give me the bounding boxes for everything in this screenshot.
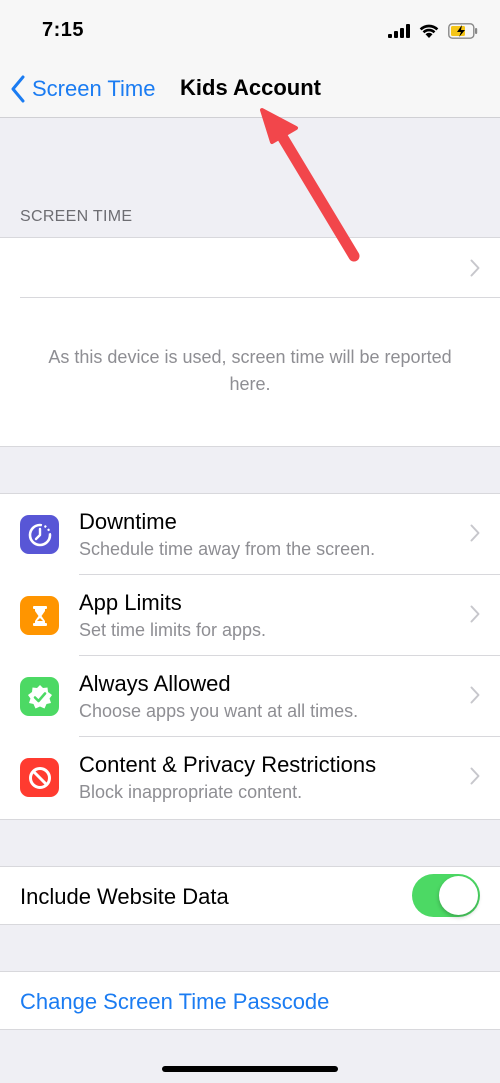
- screen-time-usage-row[interactable]: [0, 238, 500, 297]
- restriction-icon: [20, 758, 59, 797]
- downtime-subtitle: Schedule time away from the screen.: [79, 539, 376, 559]
- app-limits-subtitle: Set time limits for apps.: [79, 620, 267, 640]
- change-passcode-label: Change Screen Time Passcode: [20, 989, 330, 1014]
- chevron-right-icon: [470, 767, 480, 785]
- always-allowed-title: Always Allowed: [79, 671, 231, 696]
- screen-time-empty-message: As this device is used, screen time will…: [48, 347, 452, 394]
- website-data-toggle[interactable]: [412, 874, 480, 917]
- checkmark-badge-icon: [20, 677, 59, 716]
- signal-icon: [388, 24, 410, 38]
- chevron-right-icon: [470, 686, 480, 704]
- nav-bar: Screen Time Kids Account: [0, 62, 500, 118]
- screen-time-card: As this device is used, screen time will…: [0, 237, 500, 447]
- status-icons: [388, 20, 478, 42]
- options-card: Downtime Schedule time away from the scr…: [0, 493, 500, 820]
- back-button[interactable]: Screen Time: [10, 72, 156, 106]
- website-data-label: Include Website Data: [20, 884, 229, 909]
- always-allowed-subtitle: Choose apps you want at all times.: [79, 701, 359, 721]
- website-data-row: Include Website Data: [0, 866, 500, 925]
- section-header-screen-time: SCREEN TIME: [20, 208, 133, 225]
- downtime-row[interactable]: Downtime Schedule time away from the scr…: [0, 494, 500, 575]
- content-privacy-title: Content & Privacy Restrictions: [79, 752, 377, 777]
- app-limits-row[interactable]: App Limits Set time limits for apps.: [0, 575, 500, 656]
- divider: [20, 297, 500, 298]
- hourglass-icon: [20, 596, 59, 635]
- page-title: Kids Account: [180, 75, 321, 100]
- content-privacy-subtitle: Block inappropriate content.: [79, 782, 303, 802]
- battery-charging-icon: [448, 23, 478, 39]
- status-bar: 7:15: [0, 0, 500, 62]
- toggle-knob: [439, 876, 478, 915]
- chevron-right-icon: [470, 524, 480, 542]
- content-privacy-row[interactable]: Content & Privacy Restrictions Block ina…: [0, 737, 500, 818]
- app-limits-title: App Limits: [79, 590, 182, 615]
- change-passcode-button[interactable]: Change Screen Time Passcode: [0, 971, 500, 1030]
- downtime-icon: [20, 515, 59, 554]
- always-allowed-row[interactable]: Always Allowed Choose apps you want at a…: [0, 656, 500, 737]
- home-indicator: [162, 1066, 338, 1072]
- chevron-left-icon: [11, 75, 25, 103]
- chevron-right-icon: [470, 259, 480, 277]
- status-time: 7:15: [42, 19, 85, 41]
- back-label: Screen Time: [32, 76, 156, 101]
- downtime-title: Downtime: [79, 509, 177, 534]
- wifi-icon: [419, 24, 439, 38]
- chevron-right-icon: [470, 605, 480, 623]
